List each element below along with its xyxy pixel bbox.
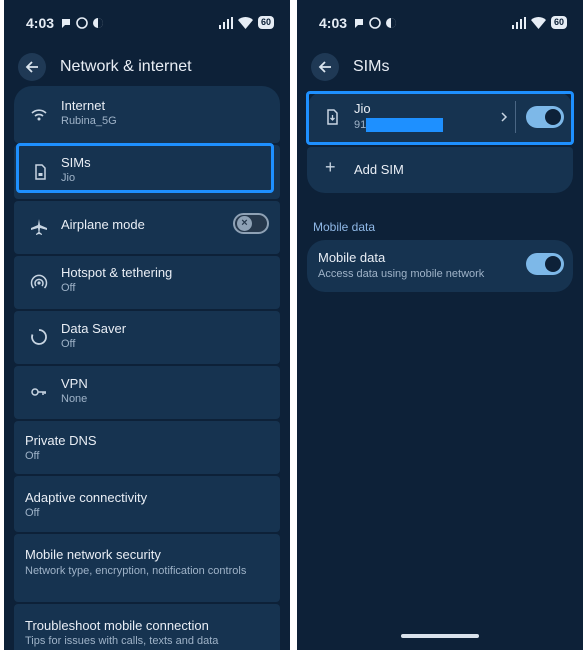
page-title: SIMs [353, 58, 390, 75]
wifi-icon [530, 16, 546, 29]
notification-icon [62, 19, 70, 28]
status-bar: 4:03 60 [297, 14, 583, 34]
mobile-data-title: Mobile data [318, 250, 386, 265]
arrow-left-icon [318, 61, 331, 73]
sync-icon [93, 18, 103, 28]
vpn-title: VPN [61, 376, 88, 391]
private-dns-subtitle: Off [25, 450, 40, 462]
home-indicator[interactable] [401, 634, 479, 638]
page-header: Network & internet [18, 52, 290, 82]
adaptive-connectivity-title: Adaptive connectivity [25, 490, 148, 505]
wifi-icon [31, 109, 47, 121]
data-saver-title: Data Saver [61, 321, 127, 336]
sync-icon [386, 18, 396, 28]
airplane-icon [31, 219, 47, 235]
airplane-mode-toggle[interactable]: × [233, 213, 269, 234]
mobile-data-subtitle: Access data using mobile network [318, 268, 485, 280]
mobile-data-section-label: Mobile data [313, 220, 376, 234]
troubleshoot-row[interactable]: Troubleshoot mobile connection Tips for … [14, 604, 280, 650]
hotspot-subtitle: Off [61, 282, 76, 294]
private-dns-title: Private DNS [25, 433, 97, 448]
notification-icon [355, 19, 363, 28]
internet-title: Internet [61, 98, 106, 113]
internet-subtitle: Rubina_5G [61, 115, 117, 127]
sims-highlight-box [16, 143, 274, 193]
network-internet-screen: 4:03 60 Network & internet Internet Rubi… [4, 0, 290, 650]
key-icon [31, 388, 46, 396]
whatsapp-icon [76, 17, 88, 29]
internet-row[interactable]: Internet Rubina_5G [14, 86, 280, 143]
troubleshoot-title: Troubleshoot mobile connection [25, 618, 209, 633]
airplane-mode-title: Airplane mode [61, 217, 145, 232]
signal-icon [511, 16, 526, 29]
vpn-row[interactable]: VPN None [14, 366, 280, 419]
mobile-network-security-row[interactable]: Mobile network security Network type, en… [14, 534, 280, 602]
status-bar: 4:03 60 [4, 14, 290, 34]
data-saver-icon [31, 329, 47, 345]
mobile-data-toggle[interactable] [526, 253, 564, 275]
wifi-icon [237, 16, 253, 29]
mobile-network-security-title: Mobile network security [25, 547, 161, 562]
back-button[interactable] [311, 53, 339, 81]
add-sim-row[interactable]: + Add SIM [307, 147, 573, 193]
adaptive-connectivity-subtitle: Off [25, 507, 40, 519]
data-saver-subtitle: Off [61, 338, 76, 350]
sims-screen: 4:03 60 SIMs Jio 91 + Add SIM Mobile dat… [297, 0, 583, 650]
hotspot-title: Hotspot & tethering [61, 265, 173, 280]
back-button[interactable] [18, 53, 46, 81]
airplane-mode-row[interactable]: Airplane mode × [14, 201, 280, 254]
battery-indicator: 60 [550, 16, 567, 29]
private-dns-row[interactable]: Private DNS Off [14, 421, 280, 474]
status-time: 4:03 [26, 15, 55, 31]
whatsapp-icon [369, 17, 381, 29]
data-saver-row[interactable]: Data Saver Off [14, 311, 280, 364]
page-header: SIMs [311, 52, 583, 82]
troubleshoot-subtitle: Tips for issues with calls, texts and da… [25, 635, 219, 647]
vpn-subtitle: None [61, 393, 88, 405]
signal-icon [218, 16, 233, 29]
hotspot-icon [30, 274, 48, 289]
battery-indicator: 60 [257, 16, 274, 29]
page-title: Network & internet [60, 58, 192, 75]
plus-icon: + [325, 157, 336, 177]
mobile-data-row[interactable]: Mobile data Access data using mobile net… [307, 240, 573, 292]
hotspot-row[interactable]: Hotspot & tethering Off [14, 256, 280, 309]
close-icon: × [237, 216, 252, 231]
sim-highlight-box [306, 91, 574, 145]
mobile-network-security-subtitle: Network type, encryption, notification c… [25, 565, 247, 577]
status-time: 4:03 [319, 15, 348, 31]
arrow-left-icon [25, 61, 38, 73]
adaptive-connectivity-row[interactable]: Adaptive connectivity Off [14, 476, 280, 532]
add-sim-label: Add SIM [354, 162, 404, 177]
